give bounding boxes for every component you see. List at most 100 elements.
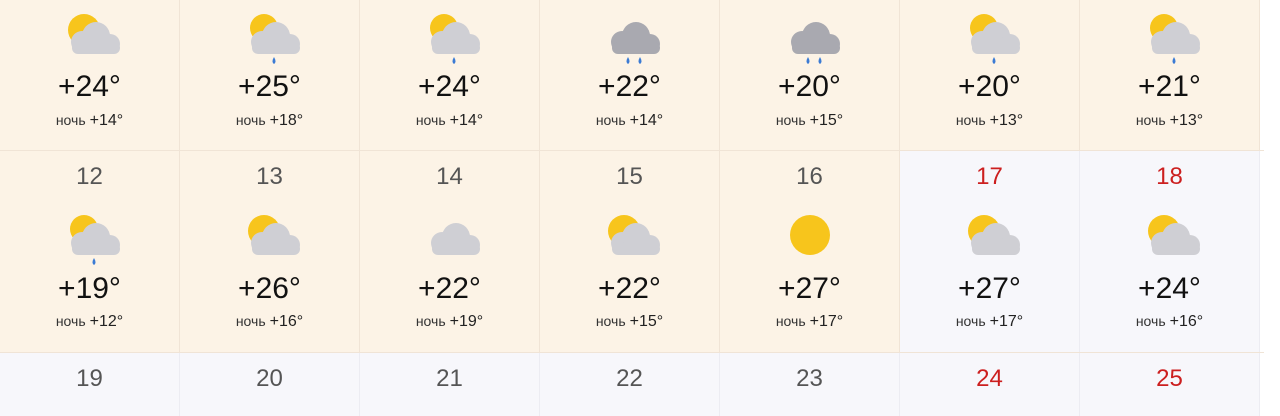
day-cell[interactable]: +24° ночь +14° — [0, 0, 180, 150]
day-number: 23 — [796, 365, 823, 392]
day-temperature: +27° — [778, 272, 841, 305]
night-value: +16° — [269, 313, 304, 330]
sun-cloud-rain-icon — [54, 209, 126, 265]
night-value: +12° — [89, 313, 124, 330]
night-temperature: ночь +14° — [0, 112, 179, 130]
night-value: +14° — [449, 112, 484, 129]
day-temperature: +27° — [958, 272, 1021, 305]
day-temperature: +24° — [418, 70, 481, 103]
night-temperature: ночь +14° — [540, 112, 719, 130]
day-cell[interactable]: 22 — [540, 353, 720, 416]
day-number: 16 — [796, 163, 823, 190]
night-temperature: ночь +13° — [900, 112, 1079, 130]
sun-cloud-icon — [234, 209, 306, 265]
night-value: +13° — [1169, 112, 1204, 129]
night-value: +15° — [809, 112, 844, 129]
night-temperature: ночь +17° — [720, 313, 899, 331]
night-label: ночь — [955, 313, 986, 329]
night-temperature: ночь +13° — [1080, 112, 1259, 130]
sun-icon — [774, 209, 846, 265]
weather-calendar: +24° ночь +14° +25° ночь +18° +24° ночь +14° +… — [0, 0, 1264, 416]
day-number: 25 — [1156, 365, 1183, 392]
night-label: ночь — [1135, 313, 1166, 329]
day-temperature: +22° — [598, 272, 661, 305]
day-temperature: +25° — [238, 70, 301, 103]
day-number: 14 — [436, 163, 463, 190]
day-cell[interactable]: 12 +19° ночь +12° — [0, 151, 180, 352]
night-label: ночь — [415, 313, 446, 329]
week-row: 19 20 21 22 23 24 25 — [0, 353, 1264, 416]
sun-cloud-icon — [954, 209, 1026, 265]
night-value: +14° — [89, 112, 124, 129]
night-value: +19° — [449, 313, 484, 330]
sun-cloud-rain-icon — [234, 8, 306, 64]
day-cell[interactable]: +20° ночь +15° — [720, 0, 900, 150]
dark-cloud-rain-icon — [594, 8, 666, 64]
day-number: 24 — [976, 365, 1003, 392]
night-temperature: ночь +19° — [360, 313, 539, 331]
night-label: ночь — [1135, 112, 1166, 128]
day-cell[interactable]: 25 — [1080, 353, 1260, 416]
day-cell[interactable]: +21° ночь +13° — [1080, 0, 1260, 150]
night-temperature: ночь +17° — [900, 313, 1079, 331]
day-cell[interactable]: 21 — [360, 353, 540, 416]
night-label: ночь — [235, 313, 266, 329]
sun-cloud-icon — [594, 209, 666, 265]
night-temperature: ночь +18° — [180, 112, 359, 130]
week-row: 12 +19° ночь +12° 13 +26° ночь +16° 14 +22° ноч… — [0, 151, 1264, 352]
day-temperature: +19° — [58, 272, 121, 305]
day-cell[interactable]: 13 +26° ночь +16° — [180, 151, 360, 352]
day-temperature: +20° — [778, 70, 841, 103]
day-cell[interactable]: +25° ночь +18° — [180, 0, 360, 150]
day-cell[interactable]: +20° ночь +13° — [900, 0, 1080, 150]
day-cell[interactable]: 16 +27° ночь +17° — [720, 151, 900, 352]
night-value: +14° — [629, 112, 664, 129]
sun-cloud-icon — [1134, 209, 1206, 265]
night-label: ночь — [775, 313, 806, 329]
day-number: 18 — [1156, 163, 1183, 190]
day-temperature: +22° — [418, 272, 481, 305]
day-number: 21 — [436, 365, 463, 392]
sun-cloud-icon — [54, 8, 126, 64]
night-label: ночь — [775, 112, 806, 128]
day-temperature: +21° — [1138, 70, 1201, 103]
dark-cloud-rain-icon — [774, 8, 846, 64]
night-value: +17° — [989, 313, 1024, 330]
day-cell[interactable]: 20 — [180, 353, 360, 416]
night-label: ночь — [955, 112, 986, 128]
night-label: ночь — [595, 313, 626, 329]
night-temperature: ночь +16° — [180, 313, 359, 331]
cloud-icon — [414, 209, 486, 265]
sun-cloud-rain-icon — [1134, 8, 1206, 64]
sun-cloud-rain-icon — [414, 8, 486, 64]
day-temperature: +20° — [958, 70, 1021, 103]
day-cell[interactable]: +24° ночь +14° — [360, 0, 540, 150]
night-value: +16° — [1169, 313, 1204, 330]
day-number: 22 — [616, 365, 643, 392]
day-number: 20 — [256, 365, 283, 392]
day-number: 12 — [76, 163, 103, 190]
day-cell[interactable]: 24 — [900, 353, 1080, 416]
night-label: ночь — [415, 112, 446, 128]
day-cell[interactable]: 17 +27° ночь +17° — [900, 151, 1080, 352]
week-row: +24° ночь +14° +25° ночь +18° +24° ночь +14° +… — [0, 0, 1264, 150]
day-number: 19 — [76, 365, 103, 392]
night-temperature: ночь +15° — [540, 313, 719, 331]
sun-cloud-rain-icon — [954, 8, 1026, 64]
night-temperature: ночь +16° — [1080, 313, 1259, 331]
day-cell[interactable]: 23 — [720, 353, 900, 416]
night-label: ночь — [595, 112, 626, 128]
day-temperature: +24° — [58, 70, 121, 103]
day-cell[interactable]: +22° ночь +14° — [540, 0, 720, 150]
day-cell[interactable]: 19 — [0, 353, 180, 416]
night-temperature: ночь +14° — [360, 112, 539, 130]
night-temperature: ночь +15° — [720, 112, 899, 130]
night-value: +15° — [629, 313, 664, 330]
day-cell[interactable]: 14 +22° ночь +19° — [360, 151, 540, 352]
night-value: +17° — [809, 313, 844, 330]
day-number: 17 — [976, 163, 1003, 190]
night-value: +18° — [269, 112, 304, 129]
night-temperature: ночь +12° — [0, 313, 179, 331]
day-cell[interactable]: 18 +24° ночь +16° — [1080, 151, 1260, 352]
day-cell[interactable]: 15 +22° ночь +15° — [540, 151, 720, 352]
